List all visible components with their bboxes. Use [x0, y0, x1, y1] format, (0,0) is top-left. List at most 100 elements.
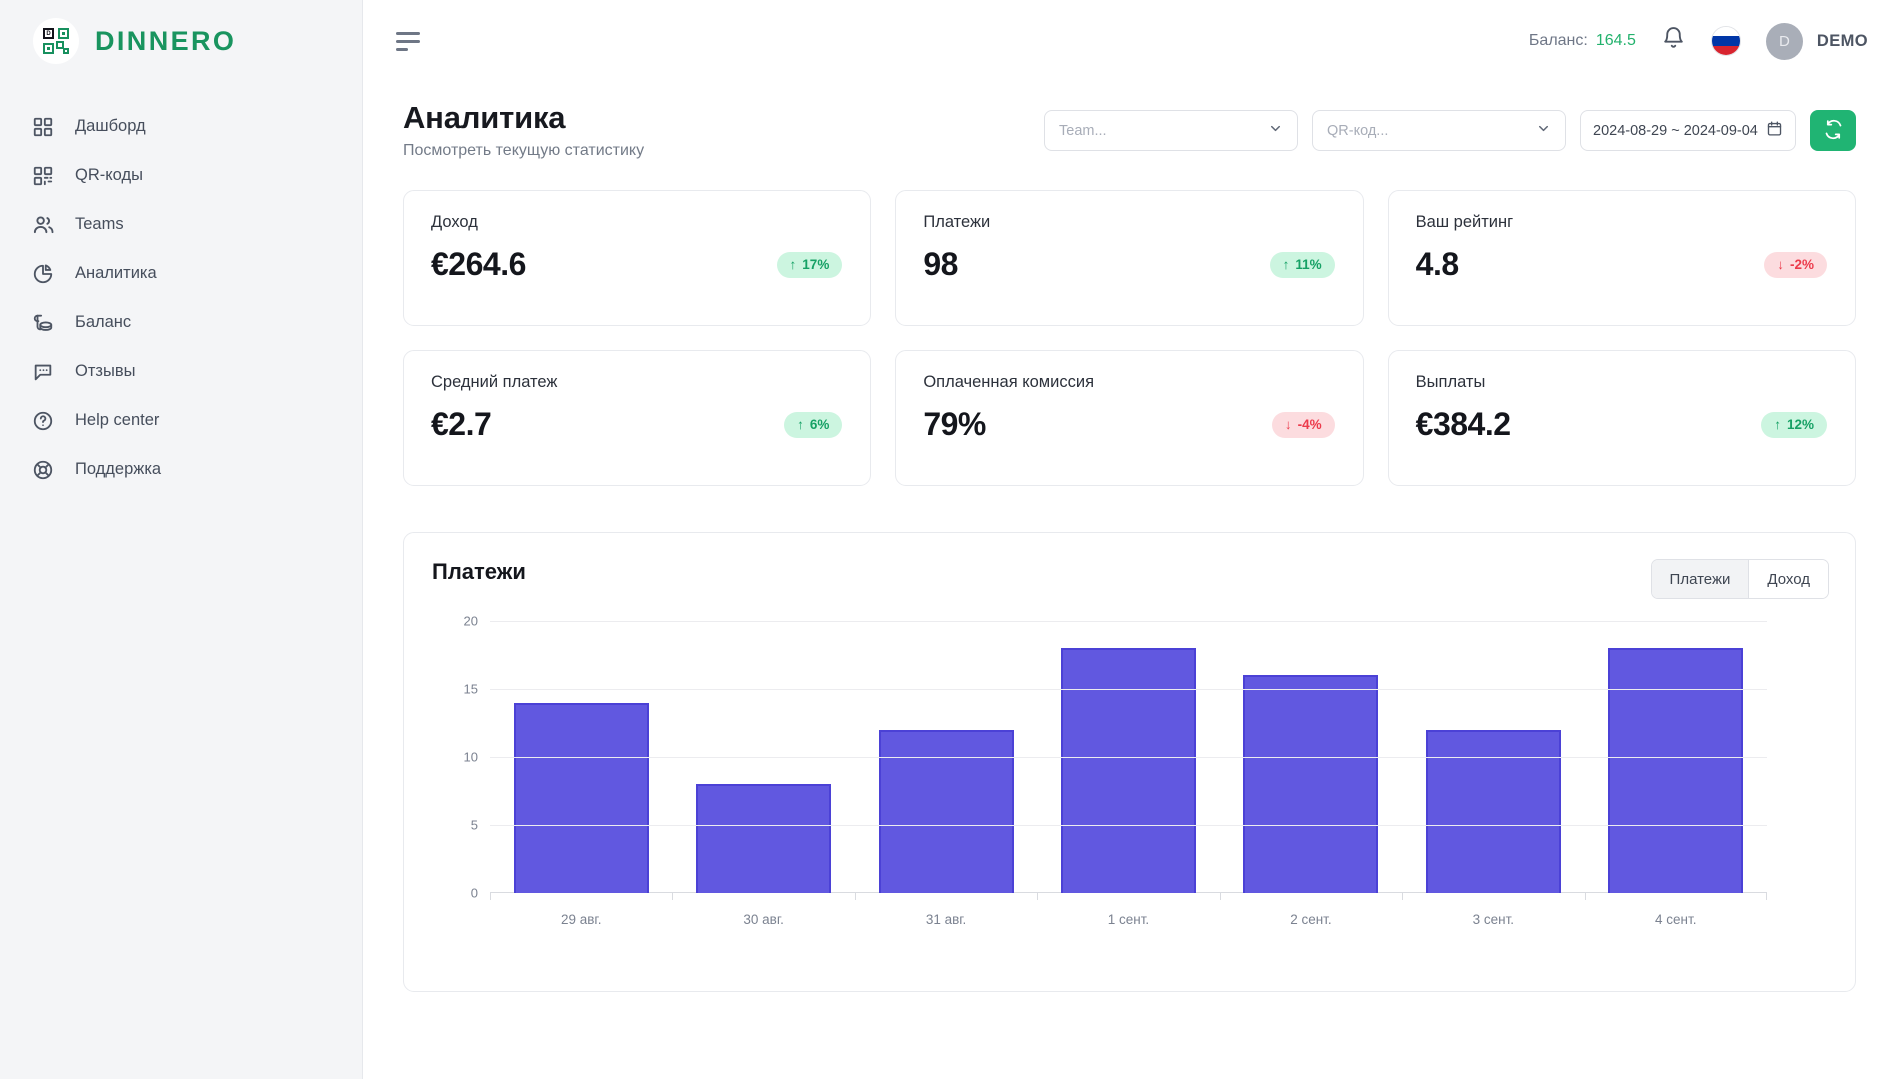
sidebar-item-balance[interactable]: Баланс [0, 298, 362, 347]
sidebar-item-label: QR-коды [75, 166, 143, 184]
gridline [490, 757, 1767, 758]
username: DEMO [1816, 31, 1868, 50]
bar[interactable] [1060, 648, 1196, 893]
user-menu[interactable]: D DEMO [1765, 22, 1868, 60]
chart-title: Платежи [432, 559, 526, 584]
status-badge: ↑ 11% [1269, 251, 1335, 278]
date-range-picker[interactable]: 2024-08-29 ~ 2024-09-04 [1580, 110, 1796, 151]
chevron-down-icon [1268, 121, 1283, 141]
refresh-icon [1823, 119, 1844, 143]
stat-card-delta: -4% [1297, 417, 1322, 432]
sidebar-item-support[interactable]: Поддержка [0, 445, 362, 494]
date-range-value: 2024-08-29 ~ 2024-09-04 [1593, 122, 1758, 139]
bell-icon[interactable] [1661, 26, 1686, 56]
chart-header: Платежи Платежи Доход [432, 559, 1829, 599]
stat-card-delta: 12% [1786, 417, 1814, 432]
refresh-button[interactable] [1810, 110, 1856, 151]
balance-value: 164.5 [1595, 32, 1636, 49]
topbar-right: Баланс: 164.5 D DEMO [1529, 22, 1868, 60]
russian-flag-icon[interactable] [1710, 26, 1741, 56]
stat-card-row: €384.2 ↑ 12% [1416, 406, 1829, 443]
page-subtitle: Посмотреть текущую статистику [403, 142, 645, 159]
qr-code-select-placeholder: QR-код... [1327, 122, 1389, 139]
stat-card-label: Платежи [923, 213, 991, 231]
x-axis-tick [1402, 893, 1404, 900]
sidebar-item-qr-codes[interactable]: QR-коды [0, 151, 362, 200]
x-axis-label: 1 сент. [1107, 912, 1150, 927]
bar[interactable] [696, 784, 832, 893]
x-axis-labels: 29 авг. 30 авг. 31 авг. 1 сент. 2 сент. 3 сен… [490, 912, 1767, 927]
stat-card-rating: Ваш рейтинг 4.8 ↓ -2% [1387, 190, 1856, 326]
stat-card-payouts: Выплаты €384.2 ↑ 12% [1387, 350, 1856, 486]
stat-card-value: €264.6 [431, 246, 526, 282]
tab-income[interactable]: Доход [1748, 560, 1828, 598]
sidebar-item-dashboard[interactable]: Дашборд [0, 102, 362, 151]
arrow-up-icon: ↑ [789, 257, 797, 272]
balance-display: Баланс: 164.5 [1529, 32, 1636, 50]
stat-card-label: Оплаченная комиссия [923, 373, 1095, 391]
arrow-up-icon: ↑ [797, 417, 804, 432]
qr-code-icon [30, 163, 56, 189]
stat-card-income: Доход €264.6 ↑ 17% [403, 190, 872, 326]
bar[interactable] [1608, 648, 1744, 893]
gridline [490, 689, 1767, 690]
x-axis-label: 2 сент. [1290, 912, 1332, 927]
bar[interactable] [1243, 675, 1379, 893]
calendar-icon [1766, 120, 1783, 142]
sidebar: D DINNERO Дашборд QR-коды Teams Аналитик… [0, 0, 363, 1079]
stat-card-paid-commission: Оплаченная комиссия 79% ↓ -4% [895, 350, 1364, 486]
x-axis-tick [854, 893, 856, 900]
stat-card-row: 4.8 ↓ -2% [1416, 246, 1829, 283]
stat-card-delta: 6% [809, 417, 830, 432]
team-select[interactable]: Team... [1044, 110, 1298, 151]
sidebar-item-label: Баланс [75, 313, 132, 331]
logo-letter: D [43, 28, 54, 39]
x-axis-tick [1584, 893, 1586, 900]
main-content: Баланс: 164.5 D DEMO Аналитика Посмотрет… [363, 0, 1901, 1079]
x-axis-label: 4 сент. [1655, 912, 1697, 927]
status-badge: ↑ 6% [784, 411, 843, 438]
tab-payments[interactable]: Платежи [1651, 560, 1749, 598]
y-axis-tick: 0 [470, 885, 478, 901]
x-axis-tick [490, 893, 491, 900]
stat-card-row: €2.7 ↑ 6% [431, 406, 844, 443]
stat-card-value: €384.2 [1415, 406, 1511, 442]
sidebar-item-analytics[interactable]: Аналитика [0, 249, 362, 298]
status-badge: ↓ -2% [1764, 251, 1827, 278]
stat-card-label: Доход [431, 213, 478, 231]
sidebar-item-teams[interactable]: Teams [0, 200, 362, 249]
chevron-down-icon [1536, 121, 1551, 141]
stat-card-value: 4.8 [1415, 246, 1459, 282]
stat-card-value: 79% [923, 406, 986, 442]
bar[interactable] [878, 729, 1014, 893]
gridline [490, 825, 1767, 826]
page-title: Аналитика [403, 100, 566, 135]
grid-icon [30, 114, 56, 140]
hamburger-icon[interactable] [396, 28, 426, 55]
bar[interactable] [513, 702, 649, 893]
stat-cards-grid: Доход €264.6 ↑ 17% Платежи 98 ↑ 11% Ваш … [363, 160, 1901, 486]
arrow-down-icon: ↓ [1284, 417, 1292, 432]
stat-card-value: 98 [923, 246, 958, 282]
sidebar-item-label: Аналитика [75, 264, 157, 282]
sidebar-item-reviews[interactable]: Отзывы [0, 347, 362, 396]
team-select-placeholder: Team... [1059, 122, 1107, 139]
sidebar-item-help-center[interactable]: Help center [0, 396, 362, 445]
bar[interactable] [1425, 729, 1561, 893]
sidebar-item-label: Дашборд [75, 117, 146, 135]
y-axis-tick: 10 [463, 749, 478, 765]
x-axis-label: 3 сент. [1472, 912, 1515, 927]
y-axis-tick: 20 [463, 613, 478, 629]
stat-card-delta: 17% [802, 257, 830, 272]
x-axis-label: 31 авг. [925, 912, 967, 927]
stat-card-label: Ваш рейтинг [1415, 213, 1514, 231]
brand[interactable]: D DINNERO [0, 0, 362, 82]
x-axis-tick [1037, 893, 1039, 900]
app-root: D DINNERO Дашборд QR-коды Teams Аналитик… [0, 0, 1901, 1079]
page-header: Аналитика Посмотреть текущую статистику … [363, 82, 1901, 160]
x-axis-tick [1765, 893, 1767, 900]
brand-logo: D [33, 18, 79, 64]
qr-code-select[interactable]: QR-код... [1312, 110, 1566, 151]
sidebar-nav: Дашборд QR-коды Teams Аналитика Баланс О… [0, 102, 362, 494]
arrow-up-icon: ↑ [1774, 417, 1781, 432]
